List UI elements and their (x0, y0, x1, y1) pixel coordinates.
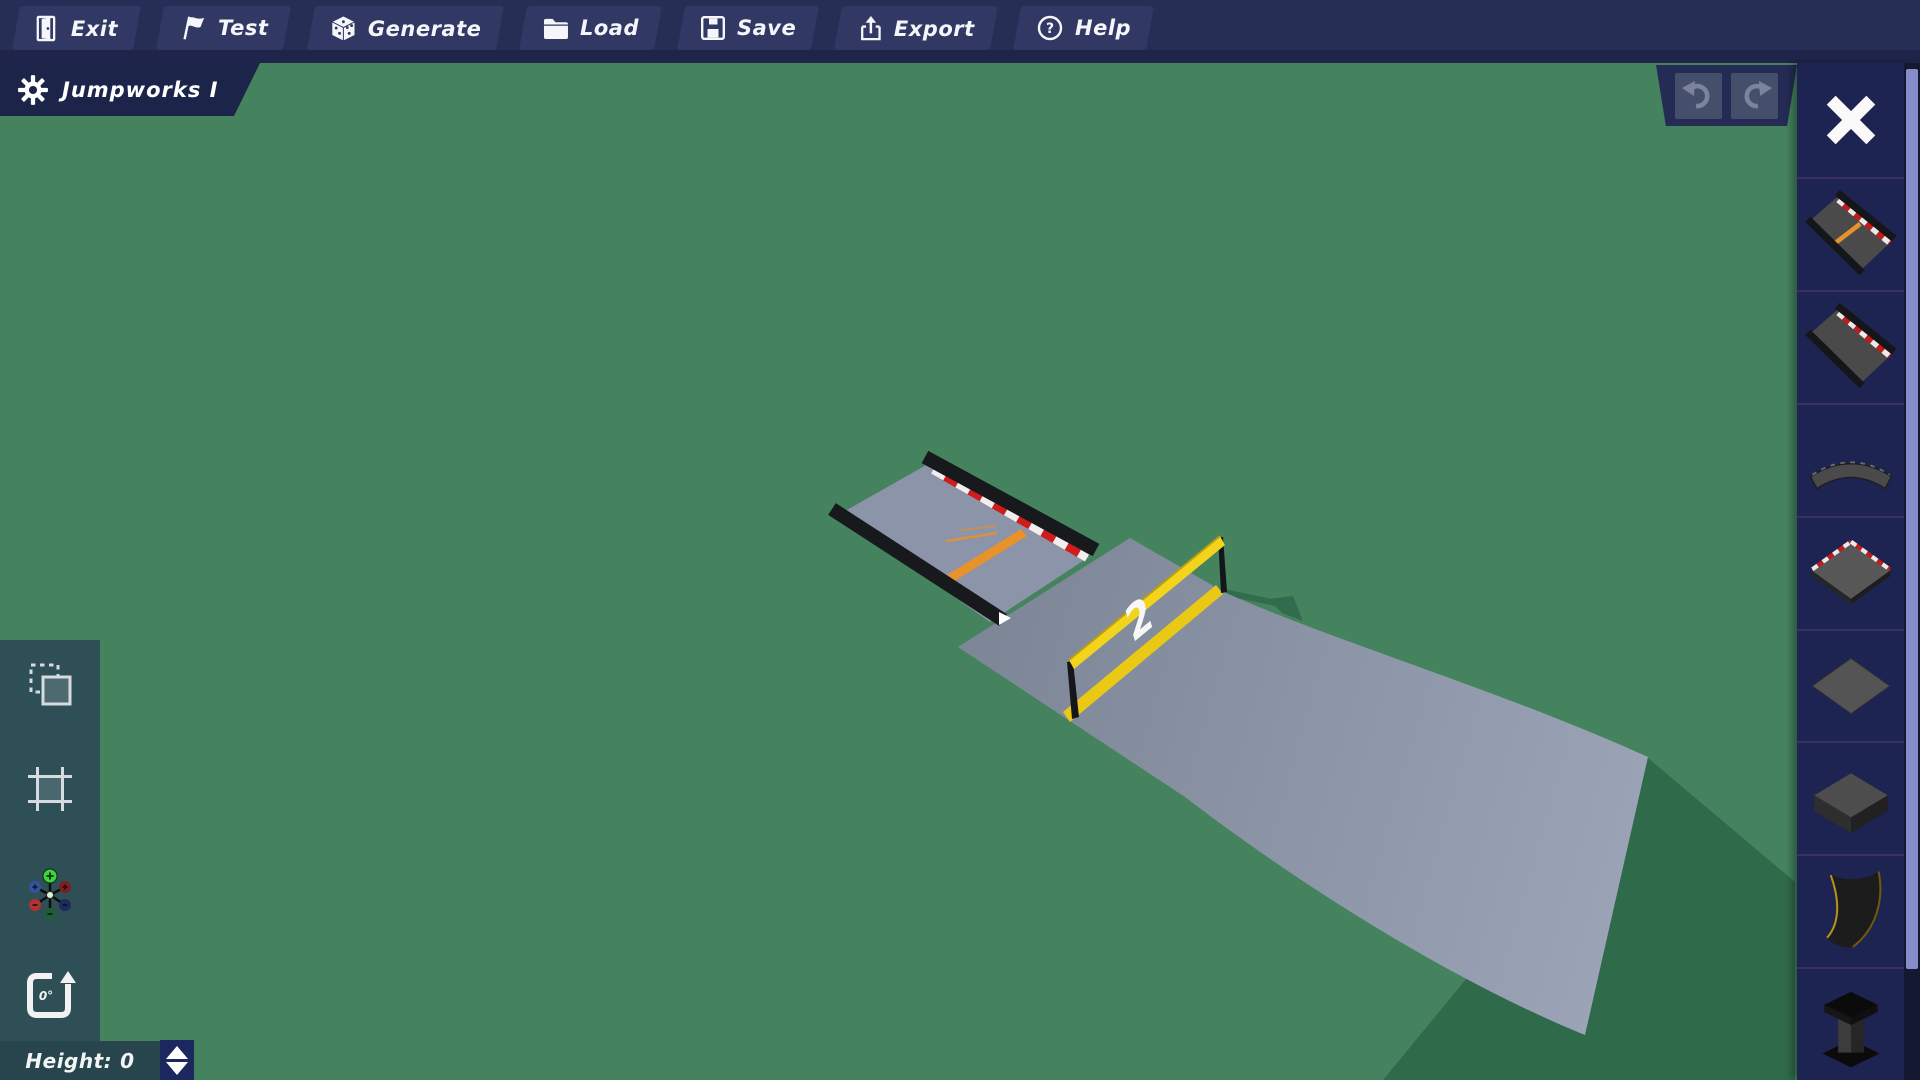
palette-scrollbar-thumb[interactable] (1906, 69, 1918, 969)
height-label: Height: (25, 1049, 112, 1073)
generate-button[interactable]: Generate (307, 6, 504, 50)
redo-button[interactable] (1731, 73, 1778, 119)
editor-screen: 2 Exit Test (0, 0, 1920, 1080)
top-menu-bar: Exit Test Generate (0, 0, 1920, 63)
drone-gizmo-tool-button[interactable] (20, 862, 80, 922)
floppy-save-icon (700, 15, 726, 41)
menu-label: Generate (368, 16, 481, 40)
palette-item-road-curve[interactable] (1797, 403, 1904, 516)
height-increase-button[interactable] (166, 1046, 188, 1059)
height-decrease-button[interactable] (166, 1062, 188, 1075)
curved-ramp-wall-thumb (1805, 866, 1897, 958)
save-button[interactable]: Save (677, 6, 819, 50)
undo-arrow-icon (1679, 76, 1719, 116)
rotate-icon: 0° (22, 967, 78, 1023)
road-curve-thumb (1805, 414, 1897, 506)
load-button[interactable]: Load (519, 6, 662, 50)
piece-palette (1797, 63, 1920, 1080)
gear-icon (17, 74, 49, 106)
test-button[interactable]: Test (156, 6, 291, 50)
height-bar: Height: 0 (0, 1041, 160, 1080)
road-straight-checkered-thumb (1805, 301, 1897, 393)
palette-item-road-straight-checkered[interactable] (1797, 290, 1904, 403)
door-exit-icon (35, 14, 60, 43)
region-select-tool-button[interactable] (20, 759, 80, 819)
question-circle-icon: ? (1036, 14, 1064, 42)
svg-text:?: ? (1046, 21, 1054, 37)
help-button[interactable]: ? Help (1013, 6, 1154, 50)
pad-checkered-edge-thumb (1805, 527, 1897, 619)
menu-label: Export (894, 16, 975, 40)
drone-gizmo-icon (22, 864, 78, 920)
export-button[interactable]: Export (834, 6, 998, 50)
tool-panel: 0° (0, 640, 100, 1041)
menu-label: Load (580, 16, 639, 40)
pillar-thumb (1805, 979, 1897, 1071)
block-thumb (1805, 753, 1897, 845)
track-title-tab[interactable]: Jumpworks I (0, 63, 260, 116)
palette-item-pillar[interactable] (1797, 967, 1904, 1080)
palette-item-pad-checkered-edge[interactable] (1797, 516, 1904, 629)
duplicate-select-tool-button[interactable] (20, 656, 80, 716)
palette-item-pad-plain[interactable] (1797, 629, 1904, 742)
height-stepper (160, 1040, 194, 1080)
menu-label: Exit (71, 16, 118, 40)
rotate-tool-button[interactable]: 0° (20, 965, 80, 1025)
track-title: Jumpworks I (62, 78, 218, 102)
pad-plain-thumb (1805, 640, 1897, 732)
exit-button[interactable]: Exit (12, 6, 141, 50)
export-arrow-icon (857, 15, 883, 42)
menu: Exit Test Generate (16, 6, 1150, 50)
menu-label: Help (1075, 16, 1131, 40)
close-icon (1815, 84, 1887, 156)
region-select-icon (22, 761, 78, 817)
palette-cells (1797, 63, 1904, 1080)
undo-button[interactable] (1675, 73, 1722, 119)
palette-item-road-straight-start-stripe[interactable] (1797, 177, 1904, 290)
editor-viewport[interactable]: 2 (0, 0, 1920, 1080)
palette-item-block[interactable] (1797, 741, 1904, 854)
dice-icon (330, 14, 357, 43)
close-palette-button[interactable] (1797, 63, 1904, 177)
redo-arrow-icon (1735, 76, 1775, 116)
flag-icon (179, 14, 207, 42)
height-value: 0 (120, 1049, 134, 1073)
palette-item-curved-ramp-wall[interactable] (1797, 854, 1904, 967)
duplicate-select-icon (22, 658, 78, 714)
road-straight-start-stripe-thumb (1805, 188, 1897, 280)
folder-icon (542, 16, 569, 40)
history-controls (1656, 65, 1797, 126)
menu-label: Test (218, 16, 268, 40)
menu-label: Save (737, 16, 796, 40)
palette-scrollbar[interactable] (1904, 63, 1920, 1080)
rotation-value: 0° (39, 989, 53, 1003)
